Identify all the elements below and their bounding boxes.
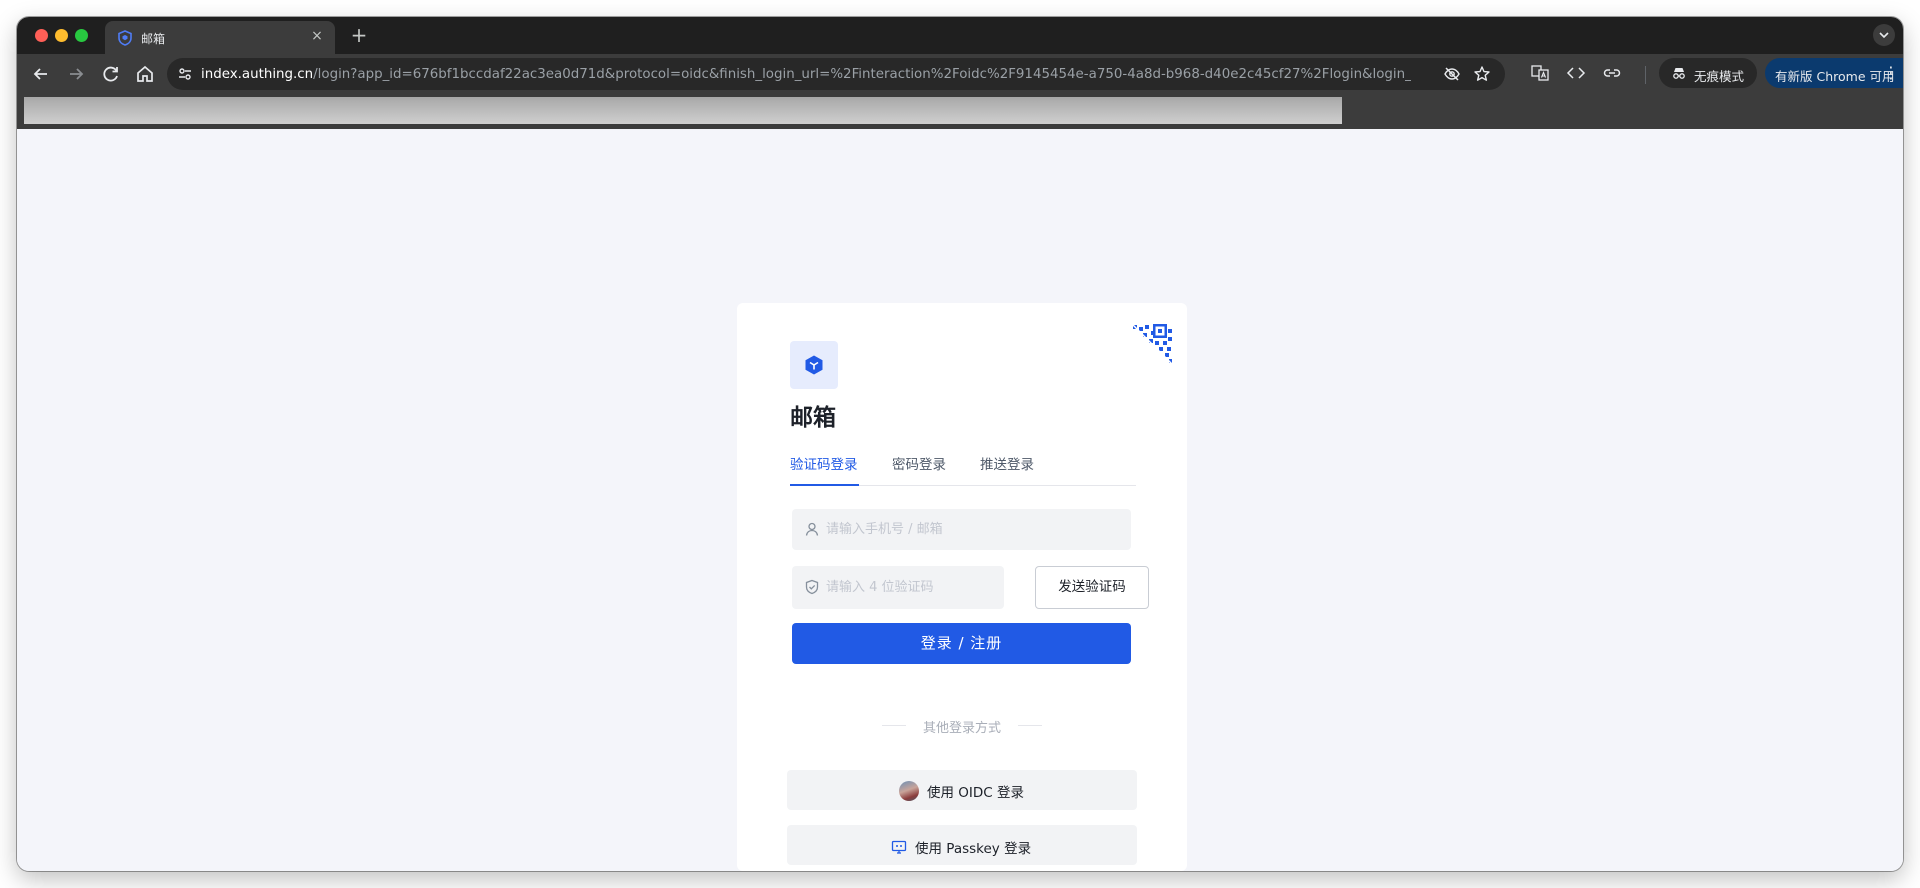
- active-tab-indicator: [790, 484, 859, 486]
- account-field[interactable]: [792, 509, 1131, 550]
- login-register-button[interactable]: 登录 / 注册: [792, 623, 1131, 664]
- bookmark-star-icon[interactable]: [1473, 65, 1491, 83]
- divider-line-left: [882, 725, 906, 726]
- other-methods-divider: 其他登录方式: [882, 717, 1042, 736]
- minimize-window-button[interactable]: [55, 29, 68, 42]
- app-logo: [790, 341, 838, 389]
- toolbar-separator: [1645, 66, 1646, 84]
- eye-off-icon[interactable]: [1443, 65, 1461, 83]
- user-icon: [805, 522, 819, 536]
- incognito-label: 无痕模式: [1694, 69, 1745, 84]
- chrome-update-label: 有新版 Chrome 可用: [1775, 69, 1895, 84]
- browser-tab-active[interactable]: 邮箱 ×: [105, 21, 335, 54]
- site-info-icon[interactable]: [177, 66, 193, 82]
- incognito-icon: [1673, 68, 1685, 79]
- oidc-login-button[interactable]: 使用 OIDC 登录: [787, 770, 1137, 810]
- oidc-login-content: 使用 OIDC 登录: [899, 781, 1024, 801]
- page-content: 邮箱 验证码登录 密码登录 推送登录 请输入手机号 / 邮箱 请输入 4 位验证…: [17, 129, 1903, 871]
- oidc-login-label: 使用 OIDC 登录: [927, 785, 1025, 801]
- address-bar[interactable]: index.authing.cn/login?app_id=676bf1bccd…: [167, 58, 1505, 90]
- maximize-window-button[interactable]: [75, 29, 88, 42]
- divider-line-right: [1018, 725, 1042, 726]
- more-menu-icon[interactable]: ⋮: [1881, 61, 1901, 85]
- bookmarks-bar: [17, 94, 1903, 129]
- tab-password[interactable]: 密码登录: [892, 453, 946, 473]
- login-card: 邮箱 验证码登录 密码登录 推送登录 请输入手机号 / 邮箱 请输入 4 位验证…: [737, 303, 1187, 871]
- tab-push[interactable]: 推送登录: [980, 453, 1034, 473]
- oidc-provider-icon: [899, 781, 919, 801]
- app-name: 邮箱: [790, 405, 836, 431]
- passkey-login-button[interactable]: 使用 Passkey 登录: [787, 825, 1137, 865]
- incognito-indicator[interactable]: 无痕模式: [1659, 58, 1757, 88]
- tab-verification-code[interactable]: 验证码登录: [790, 453, 858, 473]
- shield-icon: [118, 30, 132, 46]
- tab-close-icon[interactable]: ×: [307, 26, 327, 46]
- reload-icon[interactable]: [99, 62, 123, 86]
- chevron-down-icon: [1879, 32, 1889, 39]
- passkey-icon: [891, 840, 907, 854]
- cube-icon: [805, 355, 823, 375]
- url-text[interactable]: index.authing.cn/login?app_id=676bf1bccd…: [201, 67, 1411, 82]
- home-icon[interactable]: [133, 62, 157, 86]
- passkey-login-label: 使用 Passkey 登录: [915, 841, 1032, 857]
- passkey-login-content: 使用 Passkey 登录: [891, 837, 1031, 857]
- url-path: /login?app_id=676bf1bccdaf22ac3ea0d71d&p…: [313, 67, 1411, 82]
- code-icon[interactable]: [1565, 62, 1587, 84]
- account-input[interactable]: [826, 509, 1121, 550]
- login-method-tabs: 验证码登录 密码登录 推送登录: [790, 453, 1136, 486]
- tab-search-button[interactable]: [1873, 24, 1895, 46]
- browser-window: 邮箱 × + index.authing.cn/login?app_id=676…: [17, 17, 1903, 871]
- new-tab-button[interactable]: +: [347, 24, 371, 48]
- code-field[interactable]: [792, 566, 1004, 609]
- tab-strip: 邮箱 × +: [17, 17, 1903, 54]
- qr-code-icon[interactable]: [1129, 321, 1173, 365]
- divider-text: 其他登录方式: [922, 721, 1001, 736]
- code-input[interactable]: [826, 566, 994, 609]
- bookmarks-redacted: [24, 97, 1342, 124]
- link-icon[interactable]: [1601, 62, 1623, 84]
- forward-arrow-icon[interactable]: [64, 62, 88, 86]
- back-arrow-icon[interactable]: [29, 62, 53, 86]
- url-host: index.authing.cn: [201, 67, 314, 82]
- send-code-button[interactable]: 发送验证码: [1035, 566, 1149, 609]
- translate-icon[interactable]: [1529, 62, 1551, 84]
- tab-title: 邮箱: [141, 32, 166, 46]
- close-window-button[interactable]: [35, 29, 48, 42]
- shield-check-icon: [805, 579, 819, 595]
